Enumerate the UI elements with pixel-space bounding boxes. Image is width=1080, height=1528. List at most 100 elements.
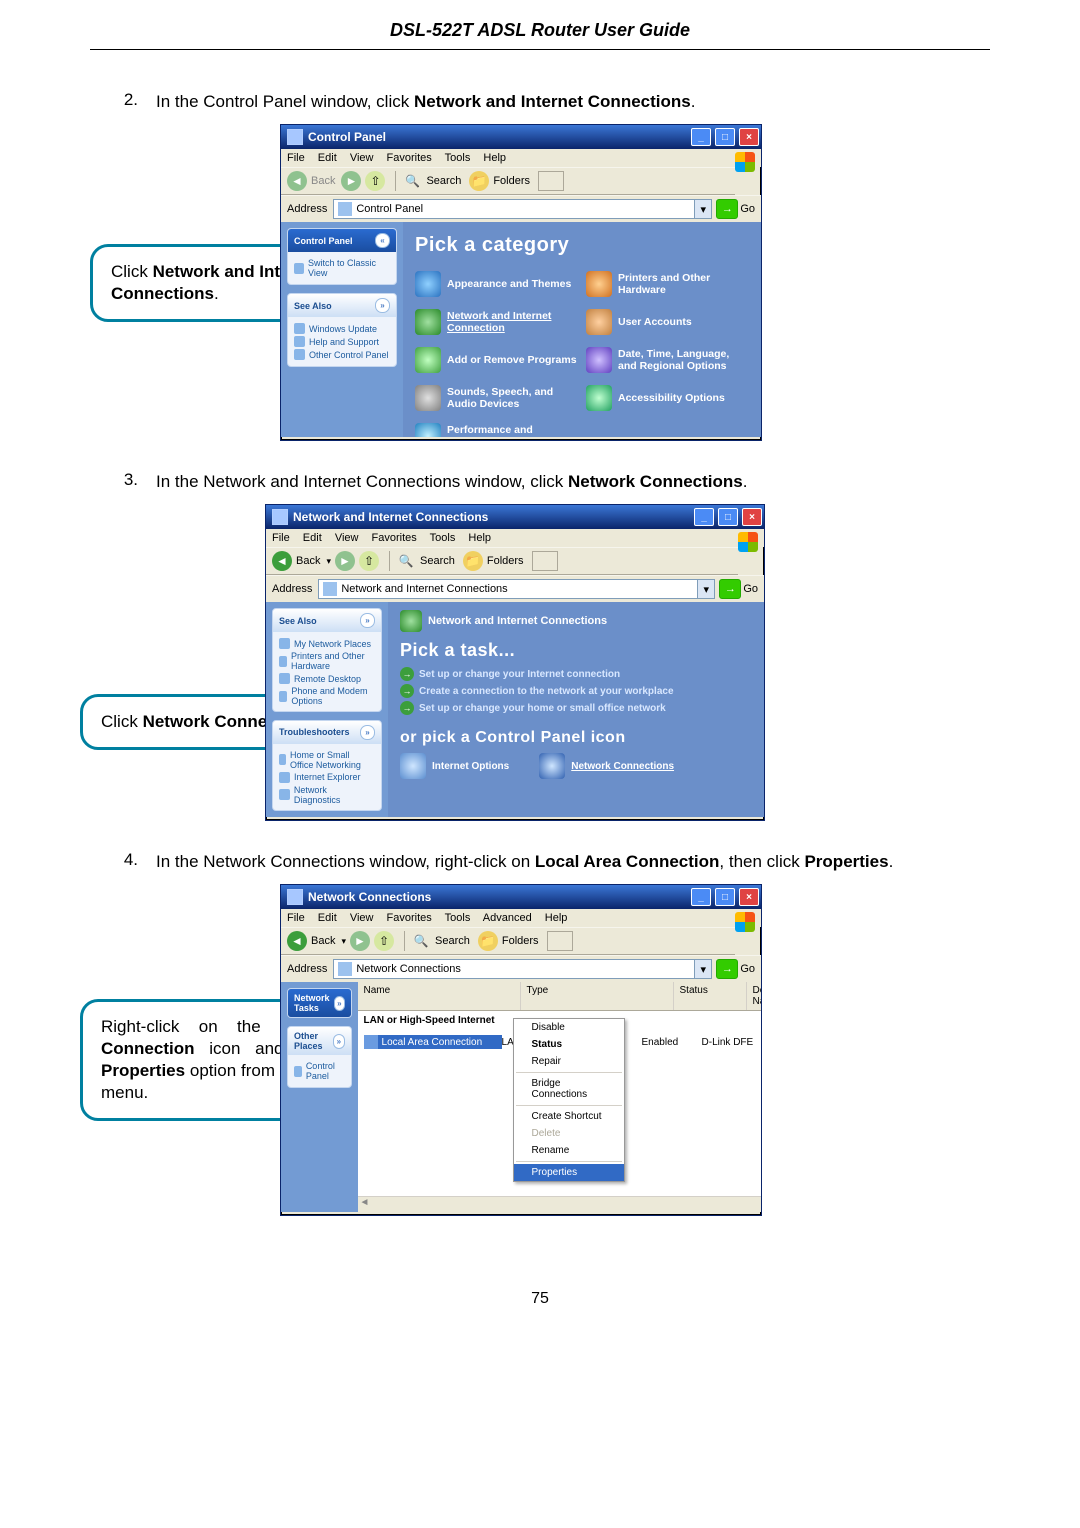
forward-icon[interactable]: ► [341,171,361,191]
col-device[interactable]: Device Na [747,982,762,1010]
dropdown-icon[interactable]: ▾ [341,936,346,947]
cp-icon-internet-options[interactable]: Internet Options [400,753,509,779]
category-users[interactable]: User Accounts [586,309,749,335]
col-status[interactable]: Status [674,982,747,1010]
sidebar-link[interactable]: Windows Update [294,323,390,334]
category-datetime[interactable]: Date, Time, Language, and Regional Optio… [586,347,749,373]
task-link-home-network[interactable]: →Set up or change your home or small off… [400,701,752,715]
menu-favorites[interactable]: Favorites [387,152,432,164]
collapse-icon[interactable]: » [334,996,344,1011]
sidebar-link[interactable]: Network Diagnostics [279,785,375,805]
maximize-button[interactable]: □ [715,888,735,906]
category-network[interactable]: Network and Internet Connection [415,309,578,335]
menu-view[interactable]: View [335,532,359,544]
up-icon[interactable]: ⇧ [374,931,394,951]
go-button[interactable]: → [716,199,738,219]
category-printers[interactable]: Printers and Other Hardware [586,271,749,297]
ctx-status[interactable]: Status [514,1036,624,1053]
collapse-icon[interactable]: » [375,298,390,313]
category-performance[interactable]: Performance and Maintenance [415,423,578,437]
menu-file[interactable]: File [272,532,290,544]
folders-icon[interactable]: 📁 [469,171,489,191]
menu-view[interactable]: View [350,152,374,164]
col-name[interactable]: Name [358,982,521,1010]
menu-edit[interactable]: Edit [303,532,322,544]
sidebar-link[interactable]: Internet Explorer [279,772,375,783]
task-link-setup-internet[interactable]: →Set up or change your Internet connecti… [400,667,752,681]
search-icon[interactable]: 🔍 [396,551,416,571]
search-icon[interactable]: 🔍 [402,171,422,191]
menu-favorites[interactable]: Favorites [387,912,432,924]
menu-help[interactable]: Help [483,152,506,164]
ctx-disable[interactable]: Disable [514,1019,624,1036]
search-icon[interactable]: 🔍 [411,931,431,951]
sidebar-link[interactable]: Help and Support [294,336,390,347]
menu-tools[interactable]: Tools [445,152,471,164]
menu-tools[interactable]: Tools [430,532,456,544]
scroll-left-icon[interactable]: ◄ [360,1197,370,1212]
menu-file[interactable]: File [287,152,305,164]
collapse-icon[interactable]: » [360,613,375,628]
address-input[interactable]: Control Panel [333,199,695,219]
menu-help[interactable]: Help [468,532,491,544]
forward-icon[interactable]: ► [335,551,355,571]
address-dropdown-button[interactable]: ▾ [698,579,715,599]
category-appearance[interactable]: Appearance and Themes [415,271,578,297]
go-button[interactable]: → [716,959,738,979]
sidebar-link[interactable]: Home or Small Office Networking [279,750,375,770]
menu-view[interactable]: View [350,912,374,924]
sidebar-link[interactable]: Other Control Panel [294,349,390,360]
address-dropdown-button[interactable]: ▾ [695,199,712,219]
minimize-button[interactable]: _ [694,508,714,526]
folders-icon[interactable]: 📁 [463,551,483,571]
forward-icon[interactable]: ► [350,931,370,951]
sidebar-link[interactable]: Remote Desktop [279,673,375,684]
menu-help[interactable]: Help [545,912,568,924]
collapse-icon[interactable]: » [360,725,375,740]
ctx-bridge[interactable]: Bridge Connections [514,1075,624,1103]
back-icon[interactable]: ◄ [287,171,307,191]
cp-icon-network-connections[interactable]: Network Connections [539,753,674,779]
sidebar-link-classic-view[interactable]: Switch to Classic View [294,258,390,278]
ctx-shortcut[interactable]: Create Shortcut [514,1108,624,1125]
close-button[interactable]: × [739,888,759,906]
category-sounds[interactable]: Sounds, Speech, and Audio Devices [415,385,578,411]
back-icon[interactable]: ◄ [272,551,292,571]
views-icon[interactable] [532,551,558,571]
folders-icon[interactable]: 📁 [478,931,498,951]
menu-advanced[interactable]: Advanced [483,912,532,924]
menu-favorites[interactable]: Favorites [372,532,417,544]
category-addremove[interactable]: Add or Remove Programs [415,347,578,373]
views-icon[interactable] [538,171,564,191]
go-button[interactable]: → [719,579,741,599]
up-icon[interactable]: ⇧ [365,171,385,191]
menu-file[interactable]: File [287,912,305,924]
category-accessibility[interactable]: Accessibility Options [586,385,749,411]
up-icon[interactable]: ⇧ [359,551,379,571]
views-icon[interactable] [547,931,573,951]
dropdown-icon[interactable]: ▾ [326,556,331,567]
task-link-create-connection[interactable]: →Create a connection to the network at y… [400,684,752,698]
close-button[interactable]: × [742,508,762,526]
sidebar-link[interactable]: My Network Places [279,638,375,649]
menu-edit[interactable]: Edit [318,912,337,924]
address-input[interactable]: Network and Internet Connections [318,579,698,599]
sidebar-link[interactable]: Printers and Other Hardware [279,651,375,671]
scrollbar[interactable]: ◄► [358,1196,762,1212]
sidebar-link[interactable]: Phone and Modem Options [279,686,375,706]
menu-tools[interactable]: Tools [445,912,471,924]
maximize-button[interactable]: □ [715,128,735,146]
col-type[interactable]: Type [521,982,674,1010]
sidebar-link[interactable]: Control Panel [294,1061,345,1081]
ctx-properties[interactable]: Properties [514,1164,624,1181]
minimize-button[interactable]: _ [691,128,711,146]
collapse-icon[interactable]: « [375,233,390,248]
ctx-rename[interactable]: Rename [514,1142,624,1159]
address-dropdown-button[interactable]: ▾ [695,959,712,979]
maximize-button[interactable]: □ [718,508,738,526]
minimize-button[interactable]: _ [691,888,711,906]
menu-edit[interactable]: Edit [318,152,337,164]
address-input[interactable]: Network Connections [333,959,695,979]
ctx-repair[interactable]: Repair [514,1053,624,1070]
close-button[interactable]: × [739,128,759,146]
